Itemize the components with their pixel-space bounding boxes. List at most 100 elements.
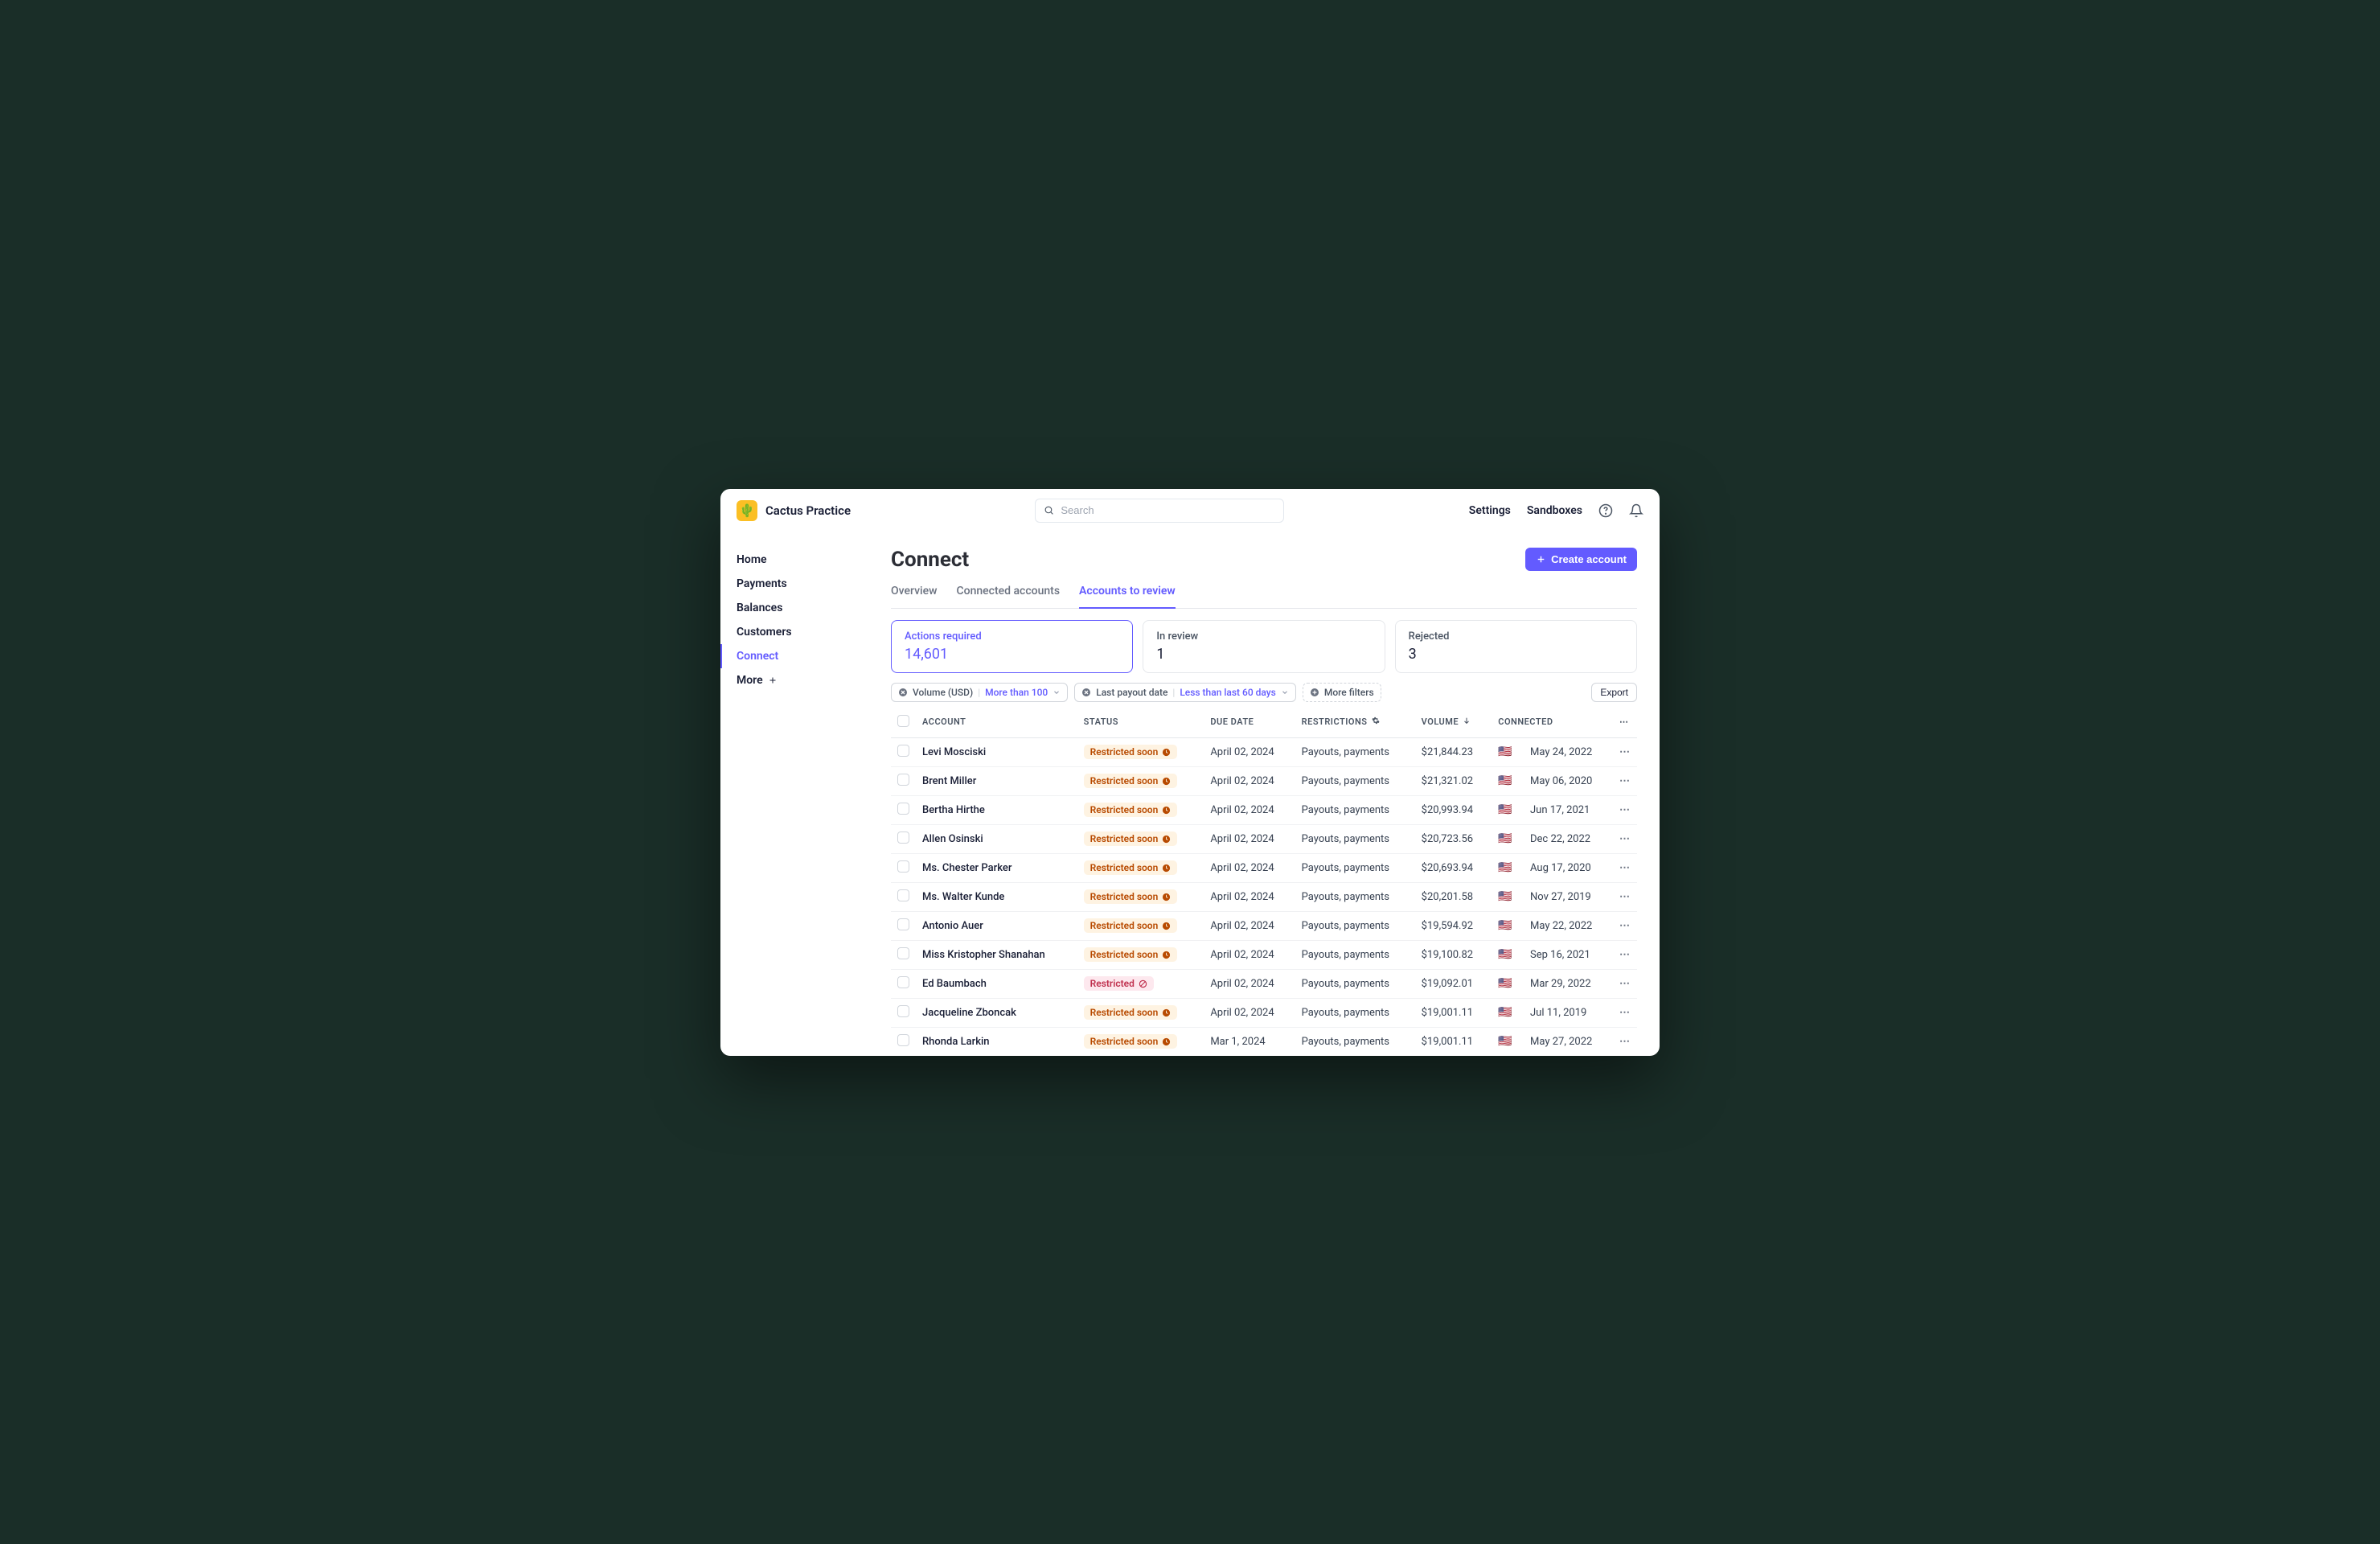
table-row[interactable]: Bertha HirtheRestricted soonApril 02, 20… [891, 795, 1637, 824]
cell-volume: $19,092.01 [1415, 969, 1492, 998]
nav-customers[interactable]: Customers [720, 620, 881, 644]
table-row[interactable]: Jacqueline ZboncakRestricted soonApril 0… [891, 998, 1637, 1027]
row-menu-button[interactable]: ⋯ [1613, 766, 1637, 795]
block-icon [1139, 979, 1147, 988]
create-account-button[interactable]: Create account [1525, 548, 1637, 571]
nav-more[interactable]: More [720, 668, 881, 692]
nav-home[interactable]: Home [720, 548, 881, 572]
row-menu-button[interactable]: ⋯ [1613, 1027, 1637, 1056]
status-text: Restricted soon [1090, 862, 1159, 873]
row-menu-button[interactable]: ⋯ [1613, 911, 1637, 940]
page-header: Connect Create account [891, 548, 1637, 572]
status-text: Restricted soon [1090, 746, 1159, 758]
col-due[interactable]: Due date [1204, 707, 1295, 738]
col-menu[interactable]: ⋯ [1613, 707, 1637, 738]
us-flag-icon: 🇺🇸 [1498, 745, 1512, 758]
ellipsis-icon: ⋯ [1619, 949, 1631, 961]
settings-link[interactable]: Settings [1469, 504, 1511, 517]
col-account[interactable]: Account [916, 707, 1077, 738]
arrow-down-icon [1463, 717, 1471, 725]
cell-connected: Nov 27, 2019 [1524, 882, 1613, 911]
cell-account: Allen Osinski [916, 824, 1077, 853]
table-row[interactable]: Antonio AuerRestricted soonApril 02, 202… [891, 911, 1637, 940]
card-rejected[interactable]: Rejected 3 [1395, 620, 1637, 673]
nav-connect[interactable]: Connect [720, 644, 881, 668]
brand-name: Cactus Practice [765, 503, 851, 518]
row-checkbox[interactable] [897, 918, 909, 930]
cell-account: Ms. Chester Parker [916, 853, 1077, 882]
table-row[interactable]: Brent MillerRestricted soonApril 02, 202… [891, 766, 1637, 795]
ellipsis-icon: ⋯ [1619, 746, 1631, 758]
tab-overview[interactable]: Overview [891, 577, 937, 608]
cell-due: April 02, 2024 [1204, 882, 1295, 911]
cell-restrictions: Payouts, payments [1295, 882, 1415, 911]
row-checkbox[interactable] [897, 803, 909, 815]
plus-icon [1536, 554, 1546, 565]
us-flag-icon: 🇺🇸 [1498, 861, 1512, 874]
status-badge: Restricted soon [1084, 832, 1178, 846]
chevron-down-icon [1053, 688, 1061, 696]
col-connected[interactable]: Connected [1492, 707, 1613, 738]
plus-circle-icon [1310, 688, 1319, 697]
cell-volume: $19,001.11 [1415, 1027, 1492, 1056]
row-checkbox[interactable] [897, 745, 909, 757]
table-row[interactable]: Ed BaumbachRestrictedApril 02, 2024Payou… [891, 969, 1637, 998]
page-title: Connect [891, 548, 969, 572]
nav-payments[interactable]: Payments [720, 572, 881, 596]
row-menu-button[interactable]: ⋯ [1613, 737, 1637, 766]
table-row[interactable]: Allen OsinskiRestricted soonApril 02, 20… [891, 824, 1637, 853]
filter-volume[interactable]: Volume (USD) | More than 100 [891, 683, 1068, 702]
row-menu-button[interactable]: ⋯ [1613, 940, 1637, 969]
cell-due: Mar 1, 2024 [1204, 1027, 1295, 1056]
row-menu-button[interactable]: ⋯ [1613, 795, 1637, 824]
row-checkbox[interactable] [897, 1034, 909, 1046]
close-icon[interactable] [898, 688, 908, 697]
table-row[interactable]: Miss Kristopher ShanahanRestricted soonA… [891, 940, 1637, 969]
cell-flag: 🇺🇸 [1492, 824, 1524, 853]
search-input[interactable] [1061, 504, 1275, 516]
table-row[interactable]: Levi MosciskiRestricted soonApril 02, 20… [891, 737, 1637, 766]
row-checkbox[interactable] [897, 947, 909, 959]
row-menu-button[interactable]: ⋯ [1613, 998, 1637, 1027]
table-row[interactable]: Ms. Walter KundeRestricted soonApril 02,… [891, 882, 1637, 911]
row-checkbox[interactable] [897, 774, 909, 786]
cell-restrictions: Payouts, payments [1295, 795, 1415, 824]
filter-more[interactable]: More filters [1303, 683, 1381, 702]
row-menu-button[interactable]: ⋯ [1613, 969, 1637, 998]
row-checkbox[interactable] [897, 1005, 909, 1017]
nav-balances[interactable]: Balances [720, 596, 881, 620]
card-actions-required[interactable]: Actions required 14,601 [891, 620, 1133, 673]
help-icon[interactable] [1598, 503, 1613, 518]
cell-due: April 02, 2024 [1204, 795, 1295, 824]
cell-connected: Aug 17, 2020 [1524, 853, 1613, 882]
body: Home Payments Balances Customers Connect… [720, 533, 1660, 1056]
row-checkbox[interactable] [897, 832, 909, 844]
close-icon[interactable] [1081, 688, 1091, 697]
tab-connected-accounts[interactable]: Connected accounts [956, 577, 1060, 608]
card-in-review[interactable]: In review 1 [1143, 620, 1385, 673]
sandboxes-link[interactable]: Sandboxes [1527, 504, 1582, 517]
row-menu-button[interactable]: ⋯ [1613, 882, 1637, 911]
table-row[interactable]: Ms. Chester ParkerRestricted soonApril 0… [891, 853, 1637, 882]
cell-connected: May 06, 2020 [1524, 766, 1613, 795]
row-checkbox[interactable] [897, 976, 909, 988]
col-restrictions[interactable]: Restrictions [1295, 707, 1415, 738]
table-row[interactable]: Rhonda LarkinRestricted soonMar 1, 2024P… [891, 1027, 1637, 1056]
row-menu-button[interactable]: ⋯ [1613, 853, 1637, 882]
row-checkbox[interactable] [897, 889, 909, 901]
tab-accounts-to-review[interactable]: Accounts to review [1079, 577, 1176, 609]
col-status[interactable]: Status [1077, 707, 1204, 738]
col-volume[interactable]: Volume [1415, 707, 1492, 738]
search-box[interactable] [1035, 499, 1284, 523]
row-menu-button[interactable]: ⋯ [1613, 824, 1637, 853]
select-all-checkbox[interactable] [897, 715, 909, 727]
bell-icon[interactable] [1629, 503, 1643, 518]
clock-icon [1162, 806, 1171, 815]
row-checkbox[interactable] [897, 860, 909, 873]
cell-due: April 02, 2024 [1204, 940, 1295, 969]
cell-flag: 🇺🇸 [1492, 795, 1524, 824]
cell-flag: 🇺🇸 [1492, 737, 1524, 766]
export-button[interactable]: Export [1591, 683, 1637, 702]
filter-payout[interactable]: Last payout date | Less than last 60 day… [1074, 683, 1296, 702]
cell-restrictions: Payouts, payments [1295, 1027, 1415, 1056]
